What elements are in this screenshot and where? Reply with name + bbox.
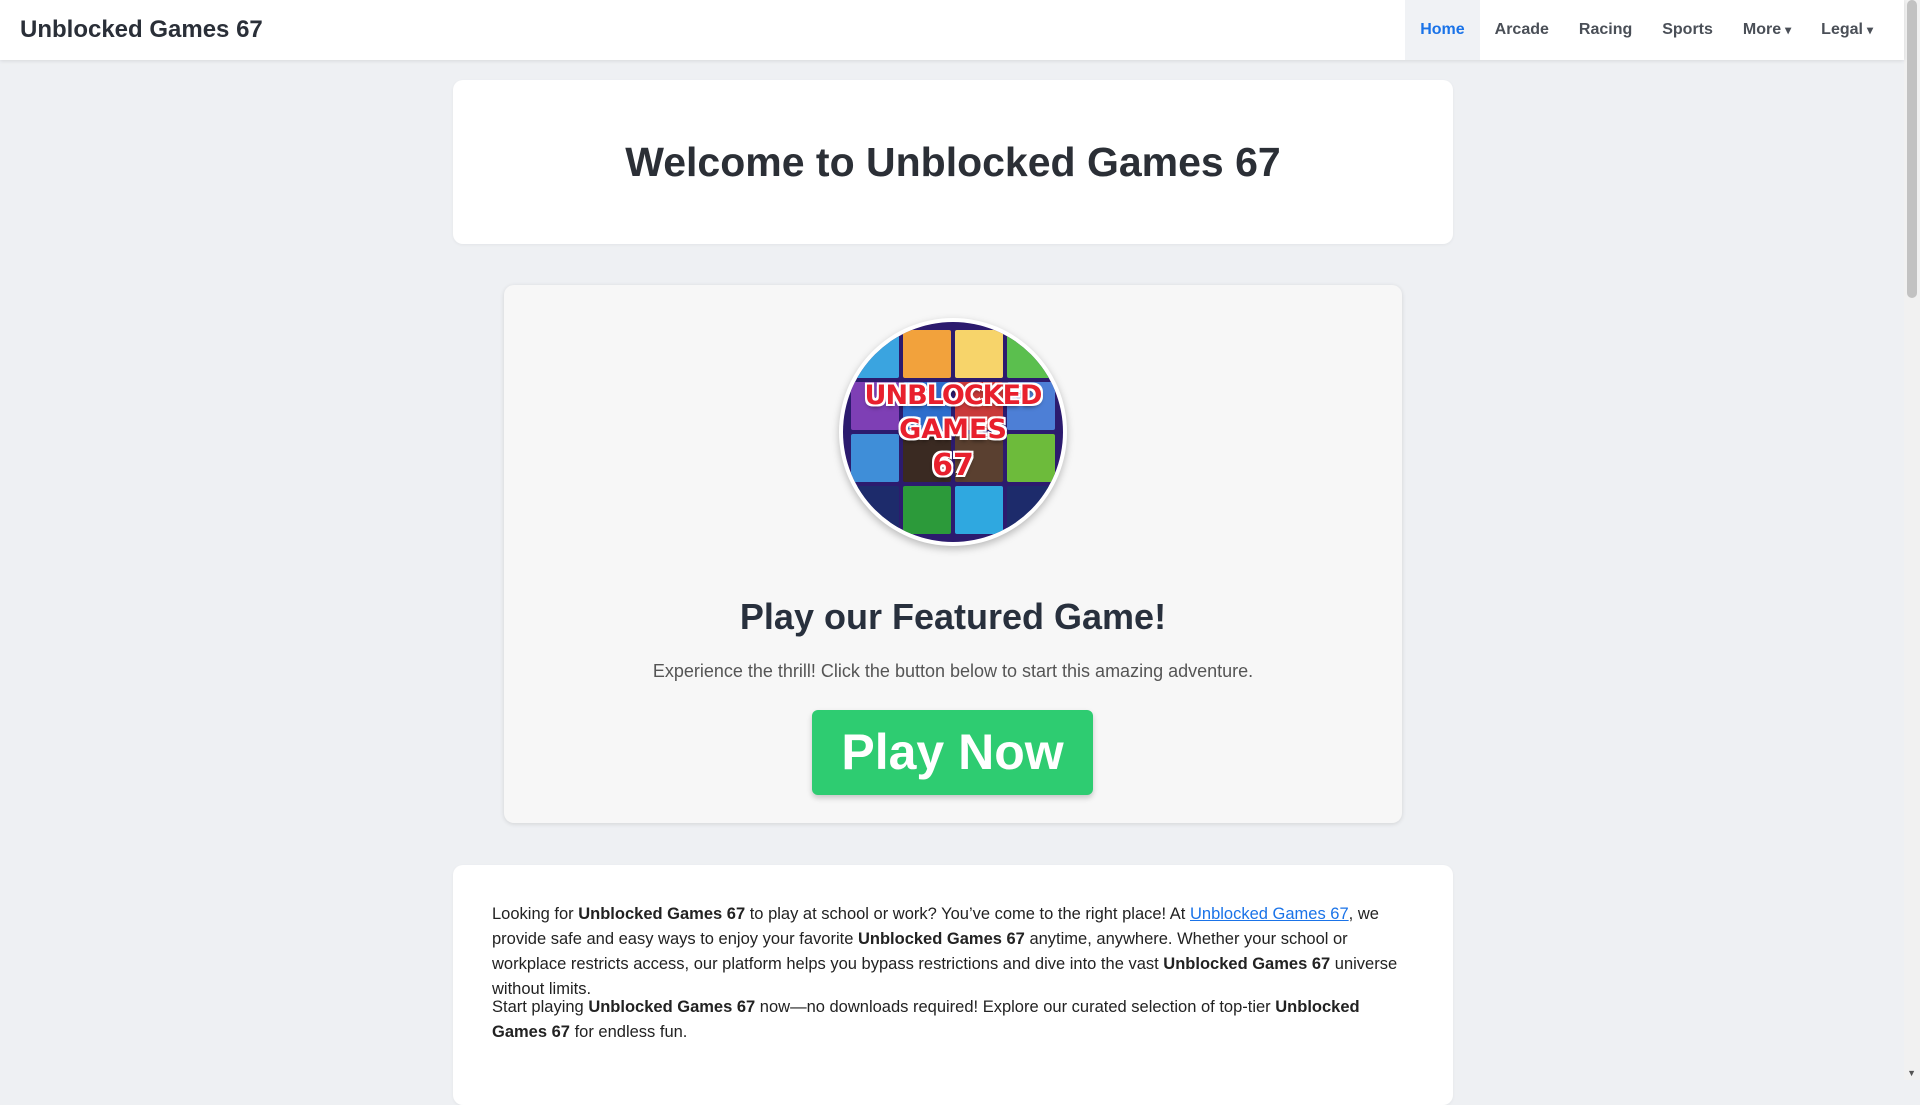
top-navbar: Unblocked Games 67 Home Arcade Racing Sp… bbox=[0, 0, 1904, 60]
logo-tile bbox=[955, 486, 1003, 534]
logo-tile bbox=[851, 330, 899, 378]
bold-keyword: Unblocked Games 67 bbox=[1163, 955, 1331, 973]
logo-text: 67 bbox=[932, 448, 974, 483]
page-scrollbar[interactable]: ▼ bbox=[1904, 0, 1920, 1080]
logo-tile bbox=[903, 330, 951, 378]
welcome-card: Welcome to Unblocked Games 67 bbox=[453, 80, 1453, 244]
logo-text: GAMES bbox=[899, 414, 1007, 445]
nav-item-racing[interactable]: Racing bbox=[1564, 0, 1647, 60]
logo-collage: UNBLOCKED GAMES 67 bbox=[843, 322, 1063, 542]
featured-description: Experience the thrill! Click the button … bbox=[652, 661, 1254, 681]
nav-item-arcade[interactable]: Arcade bbox=[1480, 0, 1564, 60]
intro-paragraph-2: Start playing Unblocked Games 67 now—no … bbox=[492, 995, 1412, 1045]
featured-title: Play our Featured Game! bbox=[739, 596, 1167, 637]
text-span: Start playing bbox=[492, 998, 589, 1016]
nav-item-label: Racing bbox=[1578, 21, 1633, 38]
nav-menu: Home Arcade Racing Sports More ▾ Legal ▾ bbox=[1405, 0, 1888, 60]
nav-item-home[interactable]: Home bbox=[1405, 0, 1480, 60]
featured-game-logo[interactable]: UNBLOCKED GAMES 67 bbox=[839, 318, 1067, 546]
nav-item-label: Sports bbox=[1662, 21, 1713, 38]
nav-item-legal[interactable]: Legal ▾ bbox=[1806, 0, 1888, 60]
text-span: to play at school or work? You’ve come t… bbox=[745, 905, 1190, 923]
site-link[interactable]: Unblocked Games 67 bbox=[1190, 905, 1349, 923]
bold-keyword: Unblocked Games 67 bbox=[578, 905, 746, 923]
scrollbar-thumb[interactable] bbox=[1907, 0, 1917, 298]
nav-item-label: Legal bbox=[1821, 21, 1863, 38]
nav-item-label: More bbox=[1742, 21, 1782, 38]
nav-item-label: Arcade bbox=[1494, 21, 1549, 38]
play-now-button[interactable]: Play Now bbox=[812, 710, 1093, 795]
logo-tile bbox=[903, 486, 951, 534]
text-span: now—no downloads required! Explore our c… bbox=[755, 998, 1276, 1016]
chevron-down-icon: ▾ bbox=[1785, 23, 1792, 37]
nav-item-label: Home bbox=[1420, 21, 1465, 38]
logo-tile bbox=[1007, 330, 1055, 378]
intro-text-card: Looking for Unblocked Games 67 to play a… bbox=[453, 865, 1453, 1105]
text-span: for endless fun. bbox=[569, 1023, 688, 1041]
bold-keyword: Unblocked Games 67 bbox=[588, 998, 756, 1016]
logo-text: UNBLOCKED bbox=[864, 380, 1043, 411]
scroll-down-arrow-icon[interactable]: ▼ bbox=[1907, 1068, 1916, 1078]
intro-paragraph-1: Looking for Unblocked Games 67 to play a… bbox=[492, 902, 1412, 1002]
text-span: Looking for bbox=[492, 905, 579, 923]
nav-item-sports[interactable]: Sports bbox=[1647, 0, 1728, 60]
site-brand[interactable]: Unblocked Games 67 bbox=[20, 0, 263, 60]
logo-tile bbox=[851, 486, 899, 534]
featured-game-card: UNBLOCKED GAMES 67 Play our Featured Gam… bbox=[504, 285, 1402, 823]
chevron-down-icon: ▾ bbox=[1866, 23, 1873, 37]
logo-tile bbox=[955, 330, 1003, 378]
logo-tile bbox=[1007, 486, 1055, 534]
bold-keyword: Unblocked Games 67 bbox=[857, 930, 1025, 948]
page-title: Welcome to Unblocked Games 67 bbox=[625, 138, 1281, 185]
nav-item-more[interactable]: More ▾ bbox=[1728, 0, 1806, 60]
